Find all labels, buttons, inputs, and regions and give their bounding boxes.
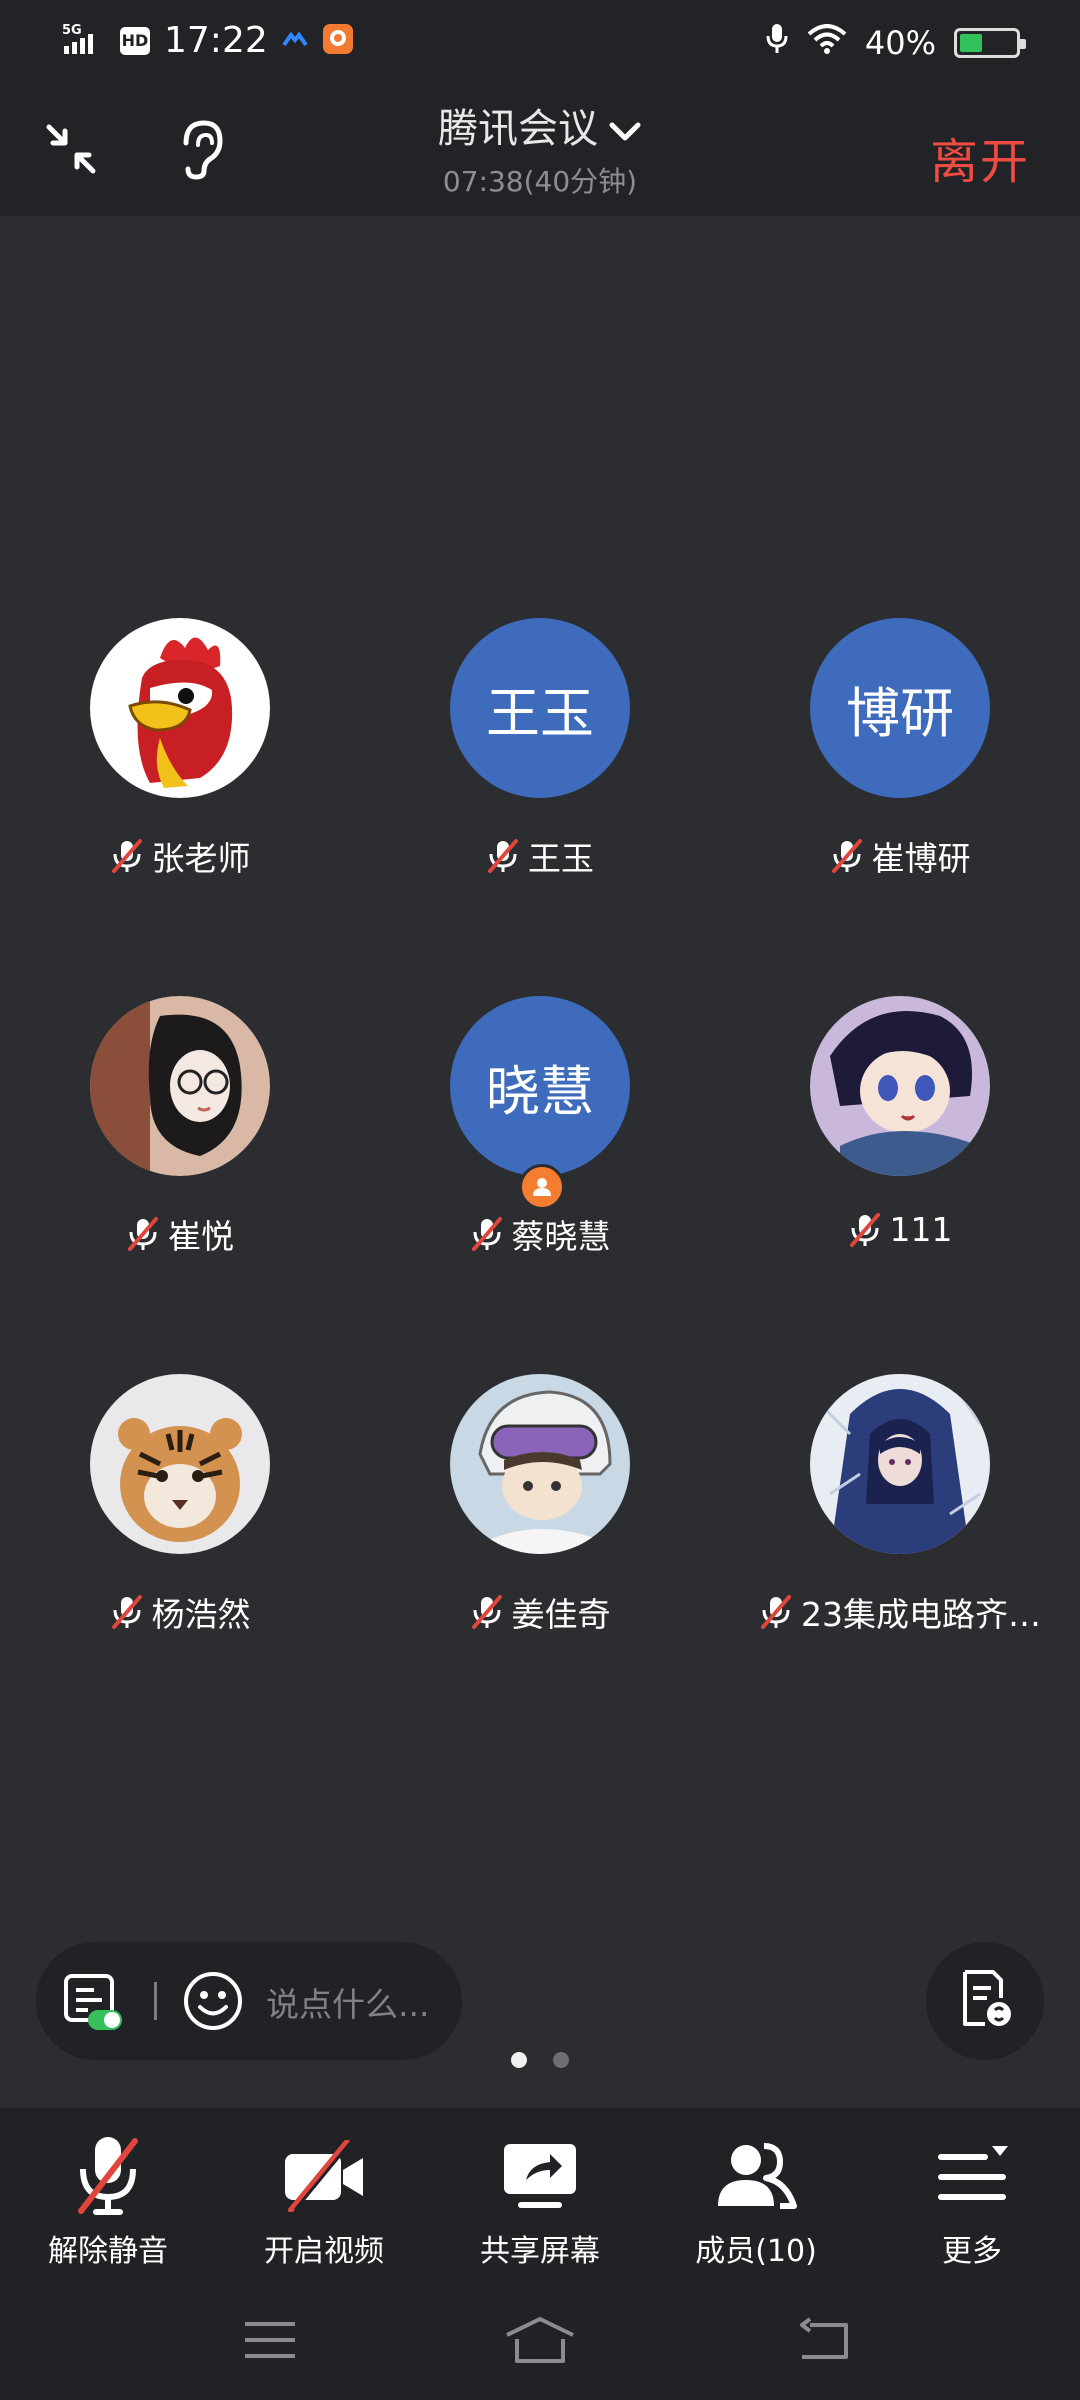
participant-name-row: 23集成电路齐… bbox=[720, 1588, 1080, 1636]
participant-tile[interactable]: 崔悦 bbox=[0, 996, 360, 1296]
toolbar-button-more-menu[interactable]: 更多 bbox=[864, 2108, 1080, 2288]
participant-tile[interactable]: 杨浩然 bbox=[0, 1374, 360, 1674]
home-icon bbox=[503, 2315, 577, 2369]
meeting-elapsed-time: 07:38(40分钟) bbox=[442, 165, 638, 198]
share-screen-icon bbox=[490, 2130, 590, 2222]
chevron-down-icon bbox=[608, 108, 642, 154]
toolbar-button-camera-off[interactable]: 开启视频 bbox=[216, 2108, 432, 2288]
toolbar-label: 成员(10) bbox=[695, 2234, 817, 2269]
system-nav-bar bbox=[0, 2286, 1080, 2400]
participant-name-row: 姜佳奇 bbox=[360, 1588, 720, 1636]
participant-avatar bbox=[90, 618, 270, 798]
battery-percent: 40% bbox=[864, 24, 936, 62]
nav-menu-button[interactable] bbox=[220, 2312, 320, 2372]
toolbar-button-members[interactable]: 成员(10) bbox=[648, 2108, 864, 2288]
notes-icon bbox=[955, 1968, 1015, 2034]
leave-button[interactable]: 离开 bbox=[930, 122, 1030, 192]
participant-avatar: 晓慧 bbox=[450, 996, 630, 1176]
chat-bar[interactable]: 说点什么... bbox=[36, 1942, 462, 2060]
subtitle-toggle-icon[interactable] bbox=[62, 1972, 124, 2032]
hd-icon: HD bbox=[120, 26, 150, 55]
chat-placeholder[interactable]: 说点什么... bbox=[266, 1978, 429, 2026]
battery-level bbox=[960, 34, 982, 52]
meeting-header: 腾讯会议 07:38(40分钟) 离开 bbox=[0, 84, 1080, 216]
nav-home-button[interactable] bbox=[490, 2312, 590, 2372]
toolbar-button-share-screen[interactable]: 共享屏幕 bbox=[432, 2108, 648, 2288]
participant-avatar: 王玉 bbox=[450, 618, 630, 798]
toolbar-label: 共享屏幕 bbox=[480, 2234, 600, 2269]
participant-tile[interactable]: 王玉 王玉 bbox=[360, 618, 720, 918]
battery-icon bbox=[954, 28, 1026, 58]
participant-tile[interactable]: 111 bbox=[720, 996, 1080, 1296]
participant-avatar: 博研 bbox=[810, 618, 990, 798]
participant-name: 姜佳奇 bbox=[511, 1595, 611, 1634]
meeting-title[interactable]: 腾讯会议 bbox=[0, 96, 1080, 154]
participant-tile[interactable]: 晓慧蔡晓慧 bbox=[360, 996, 720, 1296]
participant-avatar bbox=[90, 1374, 270, 1554]
status-left: 5G HD 17:22 bbox=[62, 20, 354, 61]
host-badge-icon bbox=[519, 1164, 565, 1210]
page-dot[interactable] bbox=[511, 2052, 527, 2068]
mic-muted-icon bbox=[470, 1593, 504, 1631]
participant-name: 23集成电路齐… bbox=[801, 1595, 1041, 1634]
participant-name-row: 张老师 bbox=[0, 832, 360, 880]
page-indicator[interactable] bbox=[0, 2052, 1080, 2068]
mic-muted-icon bbox=[470, 1215, 504, 1253]
participant-name: 蔡晓慧 bbox=[511, 1217, 611, 1256]
participant-avatar bbox=[810, 1374, 990, 1554]
participant-name: 杨浩然 bbox=[151, 1595, 251, 1634]
participant-name: 张老师 bbox=[151, 839, 251, 878]
mic-muted-icon bbox=[110, 837, 144, 875]
participant-name-row: 崔悦 bbox=[0, 1210, 360, 1258]
status-right: 40% bbox=[765, 22, 1026, 64]
participant-name: 崔悦 bbox=[168, 1217, 234, 1256]
meeting-title-text: 腾讯会议 bbox=[438, 106, 598, 152]
participant-tile[interactable]: 姜佳奇 bbox=[360, 1374, 720, 1674]
participant-name-row: 111 bbox=[720, 1210, 1080, 1249]
clock: 17:22 bbox=[164, 20, 268, 61]
emoji-icon[interactable] bbox=[182, 1970, 244, 2032]
app-notification-icon bbox=[282, 29, 308, 53]
network-type: 5G bbox=[62, 23, 82, 38]
mic-muted-icon bbox=[110, 1593, 144, 1631]
toolbar-label: 解除静音 bbox=[48, 2234, 168, 2269]
nav-back-button[interactable] bbox=[774, 2312, 874, 2372]
wifi-icon bbox=[807, 24, 847, 62]
participant-avatar bbox=[90, 996, 270, 1176]
back-icon bbox=[794, 2317, 854, 2367]
participant-name: 崔博研 bbox=[871, 839, 971, 878]
participant-name-row: 蔡晓慧 bbox=[360, 1210, 720, 1258]
participant-tile[interactable]: 张老师 bbox=[0, 618, 360, 918]
participant-name-row: 杨浩然 bbox=[0, 1588, 360, 1636]
mic-muted-icon bbox=[848, 1211, 882, 1249]
participant-name-row: 崔博研 bbox=[720, 832, 1080, 880]
camera-off-icon bbox=[274, 2130, 374, 2222]
mic-muted-icon bbox=[486, 837, 520, 875]
more-menu-icon bbox=[922, 2130, 1022, 2222]
members-icon bbox=[706, 2130, 806, 2222]
participant-tile[interactable]: 23集成电路齐… bbox=[720, 1374, 1080, 1674]
meeting-notes-button[interactable] bbox=[926, 1942, 1044, 2060]
participant-name: 王玉 bbox=[528, 839, 594, 878]
mic-muted-icon bbox=[58, 2130, 158, 2222]
mic-muted-icon bbox=[830, 837, 864, 875]
participant-name: 111 bbox=[889, 1210, 953, 1249]
participant-avatar bbox=[810, 996, 990, 1176]
toolbar-button-mic-muted[interactable]: 解除静音 bbox=[0, 2108, 216, 2288]
toolbar-label: 更多 bbox=[942, 2234, 1002, 2269]
taobao-notification-icon bbox=[322, 23, 354, 59]
signal-icon: 5G bbox=[62, 22, 106, 60]
status-bar: 5G HD 17:22 40% bbox=[0, 0, 1080, 84]
chat-divider bbox=[154, 1982, 157, 2020]
mic-muted-icon bbox=[759, 1593, 793, 1631]
participant-avatar bbox=[450, 1374, 630, 1554]
mic-muted-icon bbox=[126, 1215, 160, 1253]
menu-icon bbox=[243, 2318, 297, 2366]
toolbar-label: 开启视频 bbox=[264, 2234, 384, 2269]
page-dot[interactable] bbox=[553, 2052, 569, 2068]
mic-status-icon bbox=[765, 22, 789, 64]
participant-name-row: 王玉 bbox=[360, 832, 720, 880]
participant-tile[interactable]: 博研崔博研 bbox=[720, 618, 1080, 918]
